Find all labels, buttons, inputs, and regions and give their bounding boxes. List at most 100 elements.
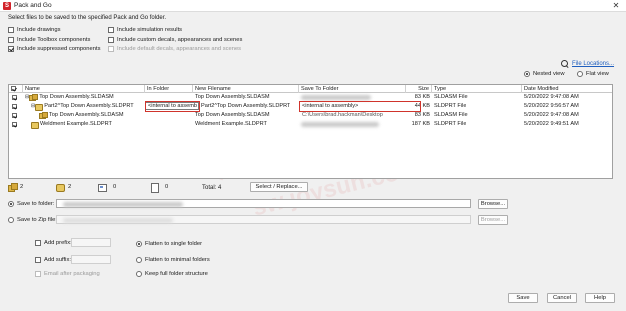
- table-row[interactable]: Weldment Example.SLDPRT Weldment Example…: [9, 120, 612, 129]
- new-filename-cell: Top Down Assembly.SLDASM: [195, 112, 270, 118]
- part-icon: [31, 121, 39, 129]
- radio-circle[interactable]: [136, 241, 142, 247]
- highlight-in-folder: [145, 101, 200, 112]
- checkbox-box[interactable]: [8, 37, 14, 43]
- radio-circle[interactable]: [8, 217, 14, 223]
- new-filename-cell: Weldment Example.SLDPRT: [195, 121, 267, 127]
- radio-circle[interactable]: [8, 201, 14, 207]
- cancel-button[interactable]: Cancel: [547, 293, 577, 303]
- save-to-folder-field[interactable]: [56, 199, 471, 208]
- table-header: Name In Folder New Filename Save To Fold…: [9, 85, 612, 93]
- flatten-single-folder-radio[interactable]: Flatten to single folder: [136, 241, 202, 247]
- add-suffix-checkbox[interactable]: Add suffix:: [35, 257, 71, 263]
- date-cell: 5/20/2022 9:49:51 AM: [524, 121, 579, 127]
- save-to-zip-field[interactable]: [56, 215, 471, 224]
- checkbox-box[interactable]: [35, 271, 41, 277]
- keep-full-structure-radio[interactable]: Keep full folder structure: [136, 271, 208, 277]
- redacted-path: [63, 218, 173, 223]
- summary-other: 0: [150, 183, 168, 193]
- type-cell: SLDPRT File: [434, 121, 467, 127]
- type-cell: SLDASM File: [434, 94, 468, 100]
- redacted-path: [301, 95, 371, 100]
- row-checkbox[interactable]: [12, 95, 17, 100]
- column-header-type[interactable]: Type: [432, 85, 522, 93]
- radio-circle[interactable]: [524, 71, 530, 77]
- help-button[interactable]: Help: [585, 293, 615, 303]
- save-to-folder-cell[interactable]: C:\Users\brad.hackman\Desktop: [302, 111, 383, 120]
- file-name-cell: ⊟ Part2^Top Down Assembly.SLDPRT: [31, 103, 134, 111]
- drawing-icon: [98, 183, 107, 192]
- type-cell: SLDASM File: [434, 112, 468, 118]
- summary-drawings: 0: [98, 183, 116, 192]
- flat-view-radio[interactable]: Flat view: [577, 71, 609, 77]
- browse-zip-button[interactable]: Browse...: [478, 215, 508, 225]
- include-drawings-checkbox[interactable]: Include drawings: [8, 27, 61, 33]
- include-suppressed-checkbox[interactable]: Include suppressed components: [8, 46, 100, 52]
- size-cell: 83 KB: [414, 112, 430, 118]
- browse-folder-button[interactable]: Browse...: [478, 199, 508, 209]
- table-row[interactable]: Top Down Assembly.SLDASM Top Down Assemb…: [9, 111, 612, 120]
- assembly-icon: [29, 93, 39, 101]
- checkbox-box[interactable]: [108, 37, 114, 43]
- solidworks-logo-icon: S: [3, 2, 11, 10]
- new-filename-cell: Part2^Top Down Assembly.SLDPRT: [201, 103, 291, 109]
- save-button[interactable]: Save: [508, 293, 538, 303]
- summary-parts: 2: [56, 183, 71, 192]
- file-name-cell: Weldment Example.SLDPRT: [31, 120, 112, 129]
- new-filename-cell: Top Down Assembly.SLDASM: [195, 94, 270, 100]
- redacted-path: [63, 202, 183, 207]
- title-bar: S Pack and Go ✕: [0, 0, 626, 12]
- files-table: Name In Folder New Filename Save To Fold…: [8, 84, 613, 179]
- row-checkbox[interactable]: [12, 122, 17, 127]
- column-header-date-modified[interactable]: Date Modified: [522, 85, 612, 93]
- column-header-save-to-folder[interactable]: Save To Folder: [299, 85, 406, 93]
- row-checkbox[interactable]: [12, 113, 17, 118]
- select-all-checkbox[interactable]: [11, 86, 16, 91]
- row-checkbox[interactable]: [12, 104, 17, 109]
- date-cell: 5/20/2022 9:47:08 AM: [524, 94, 579, 100]
- part-icon: [56, 183, 65, 192]
- checkbox-box[interactable]: [108, 46, 114, 52]
- part-icon: [35, 103, 44, 111]
- save-to-folder-radio[interactable]: Save to folder:: [8, 201, 54, 207]
- checkbox-box[interactable]: [8, 27, 14, 33]
- redacted-path: [301, 122, 379, 127]
- flatten-minimal-folders-radio[interactable]: Flatten to minimal folders: [136, 257, 210, 263]
- total-count: Total: 4: [202, 185, 222, 191]
- column-header-size[interactable]: Size: [406, 85, 432, 93]
- checkbox-box[interactable]: [8, 46, 14, 52]
- radio-circle[interactable]: [577, 71, 583, 77]
- radio-circle[interactable]: [136, 257, 142, 263]
- email-after-packaging-checkbox[interactable]: Email after packaging: [35, 271, 100, 277]
- nested-view-radio[interactable]: Nested view: [524, 71, 565, 77]
- save-to-zip-radio[interactable]: Save to Zip file:: [8, 217, 57, 223]
- suffix-input[interactable]: [71, 255, 111, 264]
- header-checkbox-cell[interactable]: [9, 85, 23, 93]
- assembly-icon: [39, 111, 48, 119]
- file-locations-link[interactable]: File Locations...: [572, 61, 614, 67]
- include-custom-decals-checkbox[interactable]: Include custom decals, appearances and s…: [108, 37, 242, 43]
- assembly-icon: [8, 183, 18, 192]
- include-toolbox-checkbox[interactable]: Include Toolbox components: [8, 37, 90, 43]
- search-icon[interactable]: [561, 60, 569, 68]
- include-simulation-checkbox[interactable]: Include simulation results: [108, 27, 182, 33]
- checkbox-box[interactable]: [35, 240, 41, 246]
- checkbox-box[interactable]: [108, 27, 114, 33]
- add-prefix-checkbox[interactable]: Add prefix:: [35, 240, 72, 246]
- instructions-text: Select files to be saved to the specifie…: [8, 15, 167, 21]
- file-name-cell: ⊟ Top Down Assembly.SLDASM: [25, 93, 114, 101]
- select-replace-button[interactable]: Select / Replace...: [250, 182, 308, 192]
- document-icon: [150, 183, 159, 193]
- prefix-input[interactable]: [71, 238, 111, 247]
- close-icon[interactable]: ✕: [610, 0, 622, 11]
- column-header-new-filename[interactable]: New Filename: [193, 85, 299, 93]
- date-cell: 5/20/2022 9:56:57 AM: [524, 103, 579, 109]
- column-header-in-folder[interactable]: In Folder: [145, 85, 193, 93]
- column-header-name[interactable]: Name: [23, 85, 145, 93]
- checkbox-box[interactable]: [35, 257, 41, 263]
- date-cell: 5/20/2022 9:47:08 AM: [524, 112, 579, 118]
- file-name-cell: Top Down Assembly.SLDASM: [39, 111, 124, 120]
- radio-circle[interactable]: [136, 271, 142, 277]
- include-default-decals-checkbox[interactable]: Include default decals, appearances and …: [108, 46, 241, 52]
- window-title: Pack and Go: [14, 2, 52, 9]
